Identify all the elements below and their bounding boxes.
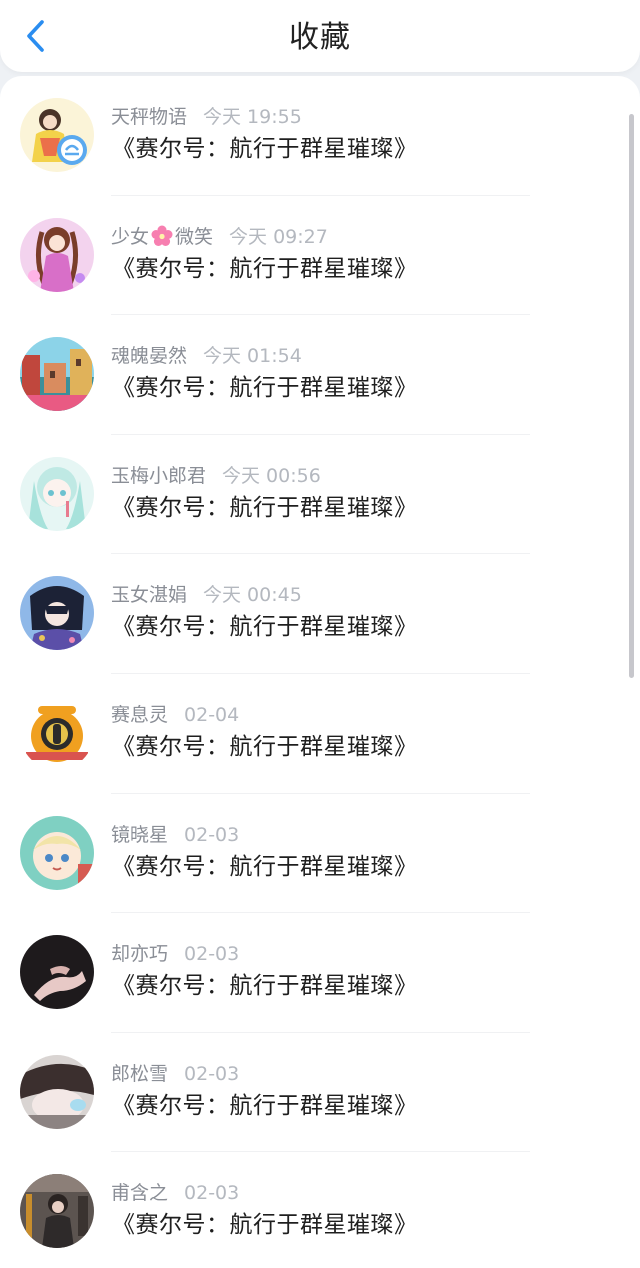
author-name: 赛息灵 bbox=[111, 703, 169, 726]
list-item[interactable]: 少女 微笑 今天 09:27 《赛尔号：航行于群星璀璨》 bbox=[0, 196, 640, 316]
author-name: 玉女湛娟 bbox=[111, 584, 188, 607]
list-item[interactable]: 镜晓星 02-03 《赛尔号：航行于群星璀璨》 bbox=[0, 794, 640, 914]
item-meta: 甫含之 02-03 bbox=[111, 1181, 239, 1205]
item-meta: 玉梅小郎君 今天 00:56 bbox=[111, 464, 321, 488]
timestamp: 02-03 bbox=[184, 943, 240, 966]
item-meta: 天秤物语 今天 19:55 bbox=[111, 105, 302, 129]
avatar[interactable] bbox=[20, 98, 94, 172]
cherry-blossom-icon bbox=[151, 225, 173, 246]
post-title: 《赛尔号：航行于群星璀璨》 bbox=[112, 136, 418, 162]
post-title: 《赛尔号：航行于群星璀璨》 bbox=[112, 614, 418, 641]
post-title: 《赛尔号：航行于群星璀璨》 bbox=[112, 255, 418, 282]
author-name: 玉梅小郎君 bbox=[111, 464, 207, 487]
item-meta: 却亦巧 02-03 bbox=[111, 942, 239, 966]
scrollbar[interactable] bbox=[629, 114, 634, 678]
post-title: 《赛尔号：航行于群星璀璨》 bbox=[112, 973, 418, 1000]
avatar[interactable] bbox=[20, 337, 94, 412]
list-item[interactable]: 魂魄晏然 今天 01:54 《赛尔号：航行于群星璀璨》 bbox=[0, 315, 640, 435]
item-meta: 赛息灵 02-04 bbox=[111, 703, 239, 727]
post-title: 《赛尔号：航行于群星璀璨》 bbox=[112, 1212, 418, 1239]
avatar[interactable] bbox=[20, 695, 94, 770]
timestamp: 02-03 bbox=[184, 1062, 240, 1085]
timestamp: 02-04 bbox=[184, 703, 240, 726]
favorites-list: 天秤物语 今天 19:55 《赛尔号：航行于群星璀璨》 少女 微笑 今天 09:… bbox=[0, 76, 640, 1268]
item-meta: 郎松雪 02-03 bbox=[111, 1062, 239, 1086]
post-title: 《赛尔号：航行于群星璀璨》 bbox=[112, 375, 418, 402]
timestamp: 今天 00:56 bbox=[222, 464, 321, 487]
author-name: 郎松雪 bbox=[111, 1062, 169, 1085]
author-name: 却亦巧 bbox=[111, 943, 169, 966]
navigation-bar: 收藏 bbox=[0, 0, 640, 72]
list-item[interactable]: 玉梅小郎君 今天 00:56 《赛尔号：航行于群星璀璨》 bbox=[0, 435, 640, 555]
avatar[interactable] bbox=[20, 456, 94, 531]
list-item[interactable]: 郎松雪 02-03 《赛尔号：航行于群星璀璨》 bbox=[0, 1033, 640, 1153]
post-title: 《赛尔号：航行于群星璀璨》 bbox=[112, 733, 418, 760]
list-item[interactable]: 天秤物语 今天 19:55 《赛尔号：航行于群星璀璨》 bbox=[0, 76, 640, 196]
item-meta: 魂魄晏然 今天 01:54 bbox=[111, 344, 302, 368]
list-item[interactable]: 甫含之 02-03 《赛尔号：航行于群星璀璨》 bbox=[0, 1152, 640, 1268]
timestamp: 今天 09:27 bbox=[229, 225, 328, 248]
list-item[interactable]: 赛息灵 02-04 《赛尔号：航行于群星璀璨》 bbox=[0, 674, 640, 794]
timestamp: 今天 00:45 bbox=[203, 584, 302, 607]
favorites-panel: 天秤物语 今天 19:55 《赛尔号：航行于群星璀璨》 少女 微笑 今天 09:… bbox=[0, 76, 640, 1268]
avatar[interactable] bbox=[20, 217, 94, 292]
item-meta: 少女 微笑 今天 09:27 bbox=[111, 225, 328, 249]
name-part: 少女 bbox=[111, 225, 150, 248]
timestamp: 02-03 bbox=[184, 823, 240, 846]
author-name: 魂魄晏然 bbox=[111, 345, 188, 368]
author-name: 少女 微笑 bbox=[111, 225, 214, 248]
item-meta: 玉女湛娟 今天 00:45 bbox=[111, 583, 302, 607]
avatar[interactable] bbox=[20, 1174, 94, 1249]
author-name: 天秤物语 bbox=[111, 106, 188, 128]
post-title: 《赛尔号：航行于群星璀璨》 bbox=[112, 853, 418, 880]
avatar[interactable] bbox=[20, 935, 94, 1010]
post-title: 《赛尔号：航行于群星璀璨》 bbox=[112, 494, 418, 521]
item-meta: 镜晓星 02-03 bbox=[111, 823, 239, 847]
timestamp: 今天 01:54 bbox=[203, 345, 302, 368]
author-name: 镜晓星 bbox=[111, 823, 169, 846]
timestamp: 今天 19:55 bbox=[203, 106, 302, 128]
post-title: 《赛尔号：航行于群星璀璨》 bbox=[112, 1092, 418, 1119]
avatar[interactable] bbox=[20, 1054, 94, 1129]
page-title: 收藏 bbox=[289, 20, 351, 55]
name-part: 微笑 bbox=[175, 225, 214, 248]
avatar[interactable] bbox=[20, 576, 94, 651]
timestamp: 02-03 bbox=[184, 1182, 240, 1205]
author-name: 甫含之 bbox=[111, 1182, 169, 1205]
list-item[interactable]: 玉女湛娟 今天 00:45 《赛尔号：航行于群星璀璨》 bbox=[0, 554, 640, 674]
list-item[interactable]: 却亦巧 02-03 《赛尔号：航行于群星璀璨》 bbox=[0, 913, 640, 1033]
avatar[interactable] bbox=[20, 815, 94, 890]
